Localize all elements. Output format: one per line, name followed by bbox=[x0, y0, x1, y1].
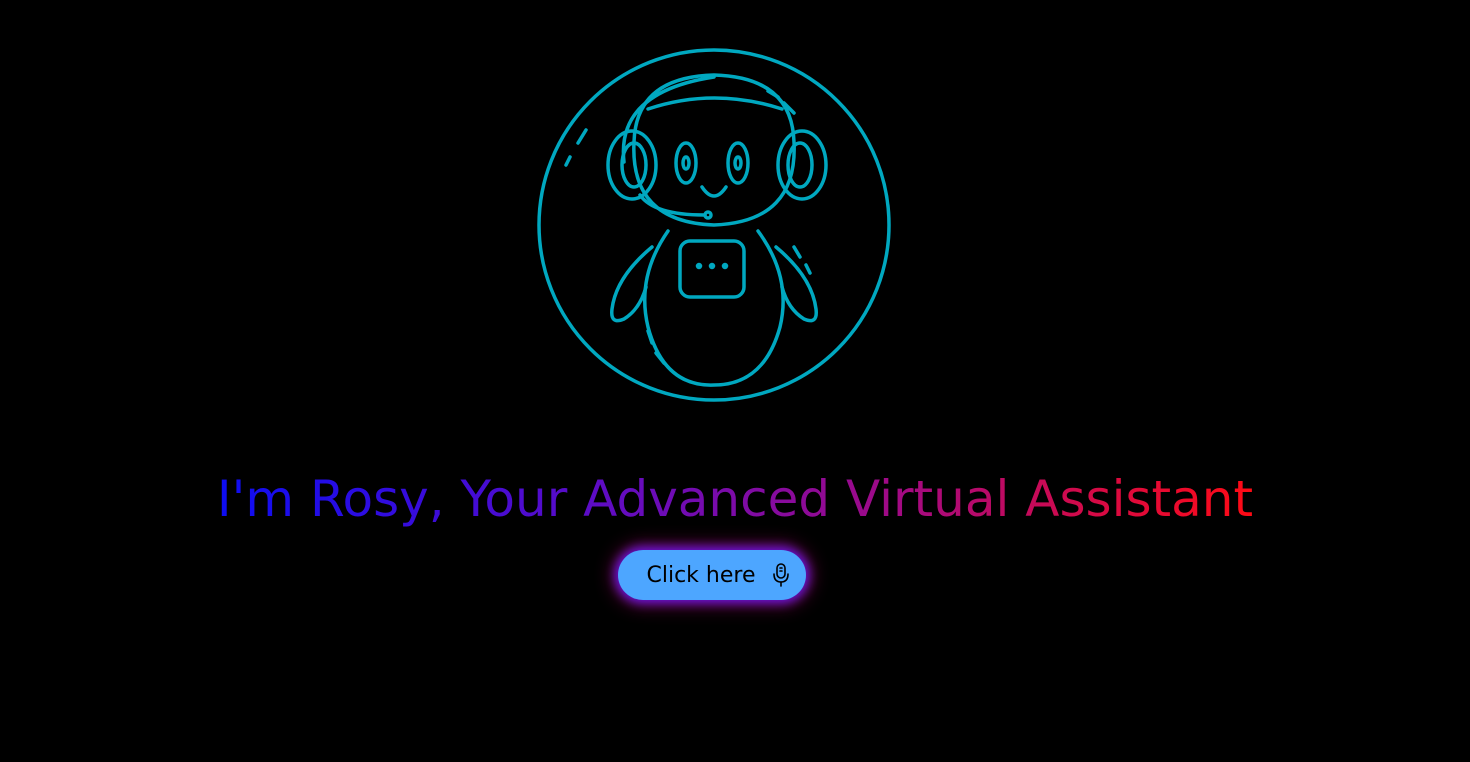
voice-command-button[interactable]: Click here bbox=[618, 550, 806, 600]
assistant-avatar bbox=[536, 47, 892, 403]
page-title: I'm Rosy, Your Advanced Virtual Assistan… bbox=[217, 462, 1253, 536]
robot-headset-icon bbox=[537, 48, 891, 402]
microphone-icon bbox=[773, 563, 789, 587]
voice-command-button-label: Click here bbox=[646, 562, 756, 588]
headline-container: I'm Rosy, Your Advanced Virtual Assistan… bbox=[0, 462, 1470, 536]
page: I'm Rosy, Your Advanced Virtual Assistan… bbox=[0, 0, 1470, 762]
